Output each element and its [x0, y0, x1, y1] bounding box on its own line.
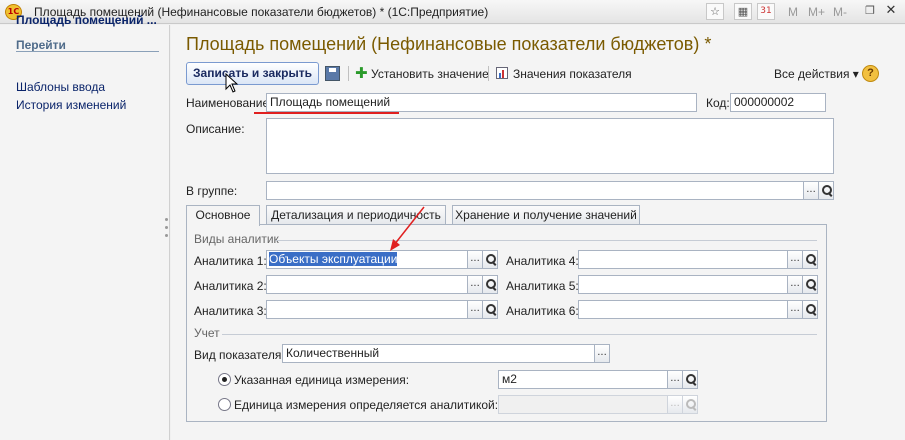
sidebar-nav-header: Перейти — [16, 38, 66, 52]
analytic-3-label: Аналитика 3: — [194, 304, 267, 318]
analytics-group-title: Виды аналитик — [194, 232, 279, 246]
analytic-6-select-button[interactable]: ... — [787, 300, 803, 319]
mouse-cursor-icon — [225, 73, 239, 93]
name-label: Наименование: — [186, 96, 273, 110]
unit-by-analytic-radio[interactable] — [218, 398, 231, 411]
group-input[interactable] — [266, 181, 804, 200]
toolbar-separator — [348, 66, 349, 81]
favorites-icon[interactable]: ☆ — [706, 3, 724, 20]
analytic-5-search-icon[interactable] — [802, 275, 818, 294]
description-label: Описание: — [186, 122, 245, 136]
splitter-grip[interactable] — [165, 226, 168, 229]
analytic-5-input[interactable] — [578, 275, 788, 294]
analytic-6-search-icon[interactable] — [802, 300, 818, 319]
description-textarea[interactable] — [266, 118, 834, 174]
close-icon[interactable]: ✕ — [882, 3, 900, 20]
sidebar-separator — [16, 51, 159, 52]
group-label: В группе: — [186, 184, 238, 198]
analytic-3-select-button[interactable]: ... — [467, 300, 483, 319]
name-input[interactable]: Площадь помещений — [266, 93, 697, 112]
calendar-icon[interactable]: 31 — [757, 3, 775, 20]
annotation-arrow-icon — [390, 206, 425, 251]
sidebar-item-input-templates[interactable]: Шаблоны ввода — [16, 80, 105, 94]
group-separator — [222, 334, 817, 335]
unit-specified-radio[interactable] — [218, 373, 231, 386]
analytic-unit-input[interactable] — [498, 395, 668, 414]
analytic-unit-select-button[interactable]: ... — [667, 395, 683, 414]
analytic-6-label: Аналитика 6: — [506, 304, 579, 318]
analytic-3-search-icon[interactable] — [482, 300, 498, 319]
unit-specified-label: Указанная единица измерения: — [234, 373, 410, 387]
tab-main[interactable]: Основное — [186, 205, 260, 226]
analytic-1-value: Объекты эксплуатации — [269, 252, 398, 266]
code-label: Код: — [706, 96, 730, 110]
unit-search-icon[interactable] — [682, 370, 698, 389]
code-input[interactable]: 000000002 — [730, 93, 826, 112]
analytic-3-input[interactable] — [266, 300, 468, 319]
splitter-grip[interactable] — [165, 218, 168, 221]
tab-storage-values[interactable]: Хранение и получение значений — [452, 205, 640, 225]
analytic-5-select-button[interactable]: ... — [787, 275, 803, 294]
accounting-group-title: Учет — [194, 326, 220, 340]
indicator-type-select-button[interactable]: ... — [594, 344, 610, 363]
restore-icon[interactable]: ❐ — [861, 3, 879, 20]
analytic-4-label: Аналитика 4: — [506, 254, 579, 268]
help-icon[interactable]: ? — [862, 65, 879, 82]
indicator-type-label: Вид показателя: — [194, 348, 285, 362]
calculator-icon[interactable]: ▦ — [734, 3, 752, 20]
group-search-icon[interactable] — [818, 181, 834, 200]
page-title: Площадь помещений (Нефинансовые показате… — [186, 34, 712, 54]
analytic-5-label: Аналитика 5: — [506, 279, 579, 293]
analytic-2-search-icon[interactable] — [482, 275, 498, 294]
analytic-unit-search-icon[interactable] — [682, 395, 698, 414]
sidebar-title[interactable]: Площадь помещений ... — [16, 13, 157, 27]
analytic-2-label: Аналитика 2: — [194, 279, 267, 293]
save-icon[interactable] — [325, 66, 340, 81]
unit-select-button[interactable]: ... — [667, 370, 683, 389]
save-and-close-button[interactable]: Записать и закрыть — [186, 62, 319, 85]
toolbar-separator — [488, 66, 489, 81]
sidebar-item-change-history[interactable]: История изменений — [16, 98, 126, 112]
indicator-values-button[interactable]: Значения показателя — [513, 67, 632, 81]
plus-icon[interactable]: ✚ — [355, 66, 369, 81]
analytic-2-input[interactable] — [266, 275, 468, 294]
all-actions-menu[interactable]: Все действия ▾ — [774, 67, 859, 81]
set-value-button[interactable]: Установить значение — [371, 67, 489, 81]
analytic-1-search-icon[interactable] — [482, 250, 498, 269]
annotation-underline — [254, 112, 399, 114]
unit-by-analytic-label: Единица измерения определяется аналитико… — [234, 398, 499, 412]
analytic-1-input[interactable]: Объекты эксплуатации — [266, 250, 468, 269]
unit-input[interactable]: м2 — [498, 370, 668, 389]
analytic-4-input[interactable] — [578, 250, 788, 269]
memory-minus-button[interactable]: M- — [833, 5, 847, 19]
memory-plus-button[interactable]: M+ — [808, 5, 825, 19]
analytic-4-select-button[interactable]: ... — [787, 250, 803, 269]
analytic-2-select-button[interactable]: ... — [467, 275, 483, 294]
group-separator — [276, 240, 817, 241]
chart-icon[interactable] — [496, 67, 508, 79]
memory-button[interactable]: M — [788, 5, 798, 19]
analytic-6-input[interactable] — [578, 300, 788, 319]
indicator-type-input[interactable]: Количественный — [282, 344, 595, 363]
analytic-1-select-button[interactable]: ... — [467, 250, 483, 269]
analytic-4-search-icon[interactable] — [802, 250, 818, 269]
splitter-grip[interactable] — [165, 234, 168, 237]
group-select-button[interactable]: ... — [803, 181, 819, 200]
analytic-1-label: Аналитика 1: — [194, 254, 267, 268]
